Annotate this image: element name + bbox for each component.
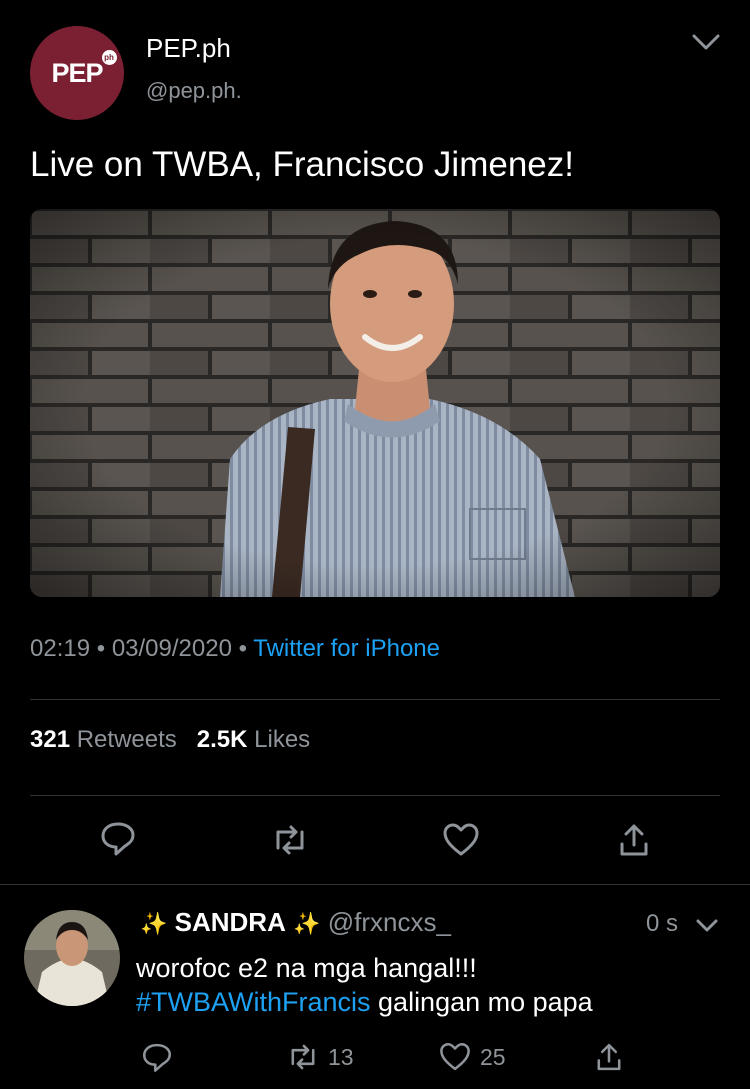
reply-reply-button[interactable] (140, 1040, 174, 1074)
likes-stat[interactable]: 2.5K Likes (197, 726, 310, 753)
author-name[interactable]: PEP.ph (146, 33, 231, 64)
retweets-count: 321 (30, 726, 71, 753)
likes-count: 2.5K (196, 726, 248, 753)
reply-retweet-count: 13 (328, 1043, 354, 1070)
sparkle-emoji: ✨ (293, 911, 321, 936)
retweets-label: Retweets (76, 726, 177, 753)
tweet-source-link[interactable]: Twitter for iPhone (253, 635, 440, 662)
divider (30, 795, 720, 796)
pep-logo-text: PEP (51, 57, 103, 88)
likes-label: Likes (254, 726, 311, 753)
reply-icon[interactable] (98, 818, 138, 858)
retweets-stat[interactable]: 321 Retweets (30, 726, 177, 753)
meta-separator: • (96, 635, 106, 662)
tweet-meta: 02:19 • 03/09/2020 • Twitter for iPhone (30, 635, 440, 663)
tweet-date: 03/09/2020 (111, 635, 232, 662)
reply-icon (142, 1043, 172, 1072)
like-icon (440, 1042, 470, 1071)
reply-text-rest: galingan mo papa (370, 987, 593, 1017)
reply-like-button[interactable]: 25 (438, 1040, 506, 1074)
pep-logo-badge: ph (101, 49, 117, 65)
author-handle[interactable]: @pep.ph. (146, 78, 242, 104)
pep-logo: PEP ph (51, 49, 117, 89)
retweet-icon[interactable] (270, 820, 310, 860)
reply-author-handle[interactable]: @frxncxs_ (328, 907, 451, 937)
meta-separator: • (238, 635, 248, 662)
tweet-stats: 321 Retweets 2.5K Likes (30, 726, 310, 754)
divider (0, 884, 750, 885)
reply-like-count: 25 (480, 1043, 506, 1070)
reply-share-button[interactable] (592, 1040, 626, 1074)
reply-author-name[interactable]: SANDRA (175, 907, 286, 937)
reply-time: 0 s (646, 910, 679, 937)
reply-text-line1: worofoc e2 na mga hangal!!! (136, 953, 477, 983)
divider (30, 699, 720, 700)
tweet-photo[interactable] (30, 209, 720, 597)
reply-text-line2: #TWBAWithFrancis galingan mo papa (136, 987, 593, 1018)
tweet-text: Live on TWBA, Francisco Jimenez! (30, 145, 574, 184)
tweet-time: 02:19 (30, 635, 91, 662)
reply-retweet-button[interactable]: 13 (286, 1040, 354, 1074)
reply-avatar-image (24, 910, 120, 1006)
retweet-icon (291, 1044, 315, 1070)
like-icon[interactable] (441, 820, 481, 860)
sparkle-emoji: ✨ (140, 911, 168, 936)
hashtag-link[interactable]: #TWBAWithFrancis (136, 987, 371, 1017)
share-icon[interactable] (614, 820, 654, 860)
author-avatar[interactable]: PEP ph (30, 26, 124, 120)
chevron-down-icon[interactable] (688, 30, 724, 54)
reply-avatar[interactable] (24, 910, 120, 1006)
photo-illustration (30, 209, 720, 597)
reply-header: ✨ SANDRA ✨ @frxncxs_ (140, 907, 451, 938)
chevron-down-icon[interactable] (694, 917, 720, 935)
share-icon (597, 1043, 621, 1071)
